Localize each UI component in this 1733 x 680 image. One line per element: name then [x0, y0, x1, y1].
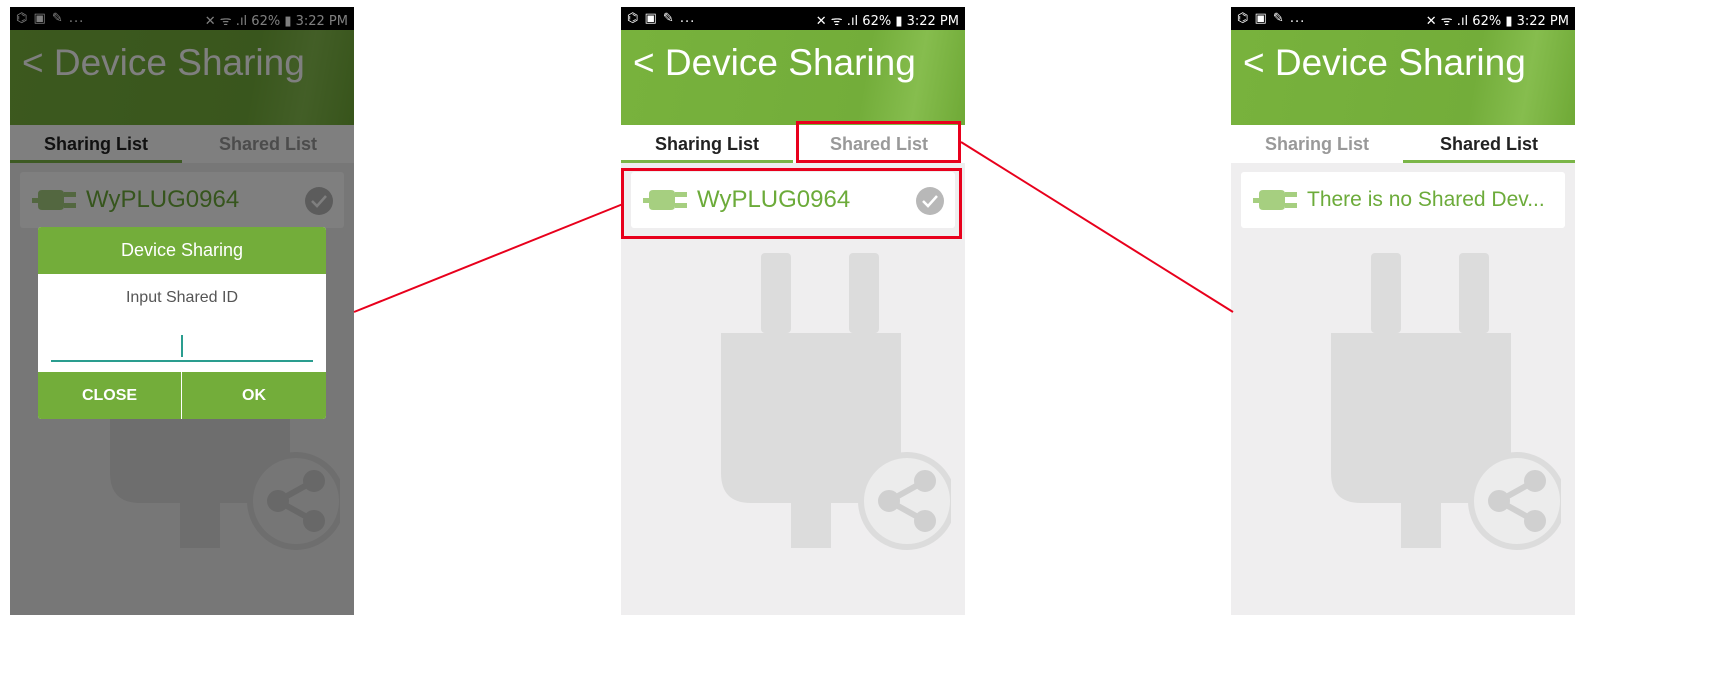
check-circle-icon[interactable] — [915, 186, 945, 216]
status-bar: ⌬ ▣ ✎ ... ✕ ᯤ .ıl 62% ▮ 3:22 PM — [621, 7, 965, 30]
callout-line-tab-to-shared-screen — [960, 141, 1234, 313]
phone-screen-right: ⌬ ▣ ✎ ... ✕ ᯤ .ıl 62% ▮ 3:22 PM < Device… — [1231, 7, 1575, 615]
status-bar: ⌬ ▣ ✎ ... ✕ ᯤ .ıl 62% ▮ 3:22 PM — [1231, 7, 1575, 30]
empty-list-item: There is no Shared Dev... — [1241, 172, 1565, 228]
phone-screen-middle: ⌬ ▣ ✎ ... ✕ ᯤ .ıl 62% ▮ 3:22 PM < Device… — [621, 7, 965, 615]
device-list-item[interactable]: WyPLUG0964 — [631, 172, 955, 228]
tab-sharing-list[interactable]: Sharing List — [1231, 125, 1403, 163]
tab-shared-list[interactable]: Shared List — [793, 125, 965, 163]
device-sharing-dialog: Device Sharing Input Shared ID CLOSE OK — [38, 227, 326, 419]
empty-list-message: There is no Shared Dev... — [1307, 188, 1545, 211]
background-plug-illustration — [1331, 253, 1561, 550]
close-button[interactable]: CLOSE — [38, 372, 182, 419]
status-bar-left-icons: ⌬ ▣ ✎ ... — [627, 11, 696, 26]
app-header: < Device Sharing — [621, 30, 965, 125]
status-bar-right: ✕ ᯤ .ıl 62% ▮ 3:22 PM — [1425, 14, 1569, 29]
plug-icon — [643, 190, 687, 210]
phone-screen-left: ⌬ ▣ ✎ ... ✕ ᯤ .ıl 62% ▮ 3:22 PM < Device… — [10, 7, 354, 615]
plug-icon — [1253, 190, 1297, 210]
back-title-button[interactable]: < Device Sharing — [1243, 42, 1526, 84]
tab-bar: Sharing List Shared List — [1231, 125, 1575, 163]
tab-shared-list[interactable]: Shared List — [1403, 125, 1575, 163]
tab-bar: Sharing List Shared List — [621, 125, 965, 163]
device-name: WyPLUG0964 — [697, 186, 851, 213]
dialog-title: Device Sharing — [38, 227, 326, 274]
app-header: < Device Sharing — [1231, 30, 1575, 125]
status-bar-right: ✕ ᯤ .ıl 62% ▮ 3:22 PM — [815, 14, 959, 29]
text-cursor — [181, 335, 183, 357]
background-plug-illustration — [721, 253, 951, 550]
ok-button[interactable]: OK — [182, 372, 326, 419]
dialog-button-bar: CLOSE OK — [38, 372, 326, 419]
back-title-button[interactable]: < Device Sharing — [633, 42, 916, 84]
status-bar-left-icons: ⌬ ▣ ✎ ... — [1237, 11, 1306, 26]
dialog-message: Input Shared ID — [125, 289, 239, 306]
callout-line-device-to-dialog — [353, 203, 624, 313]
tab-sharing-list[interactable]: Sharing List — [621, 125, 793, 163]
